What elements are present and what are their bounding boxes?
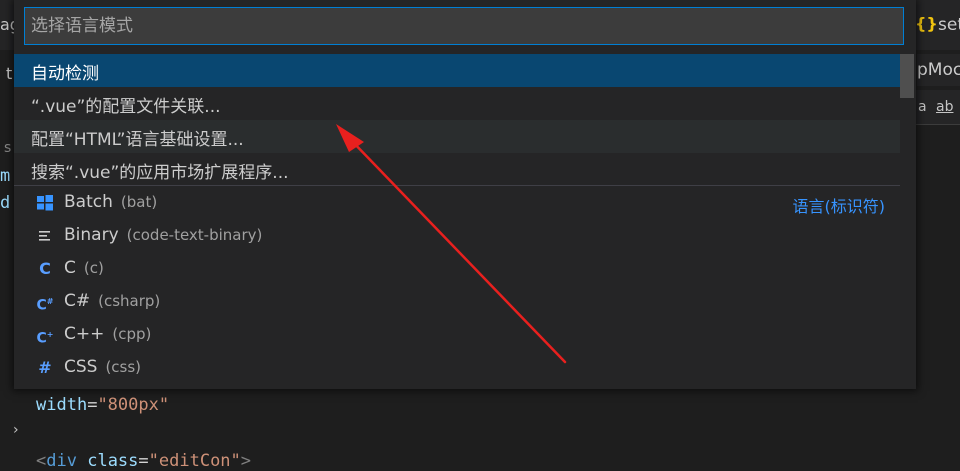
language-name: Batch <box>64 192 113 212</box>
code-line-div: <div class="editCon"> <box>36 451 251 471</box>
match-case-icon[interactable]: a <box>918 99 927 115</box>
configure-html-settings-item[interactable]: 配置“HTML”语言基础设置... <box>14 120 900 153</box>
quick-pick-input-box <box>24 7 904 45</box>
background-code-fragment: m <box>0 166 11 186</box>
language-name: Binary <box>64 225 119 245</box>
item-label: 自动检测 <box>31 64 99 84</box>
language-group-label: 语言(标识符) <box>792 197 886 216</box>
language-item-csharp[interactable]: C# C# (csharp) <box>14 286 900 319</box>
language-label: C++ (cpp) <box>64 324 151 344</box>
fold-chevron-icon[interactable]: › <box>13 422 19 438</box>
language-label: Binary (code-text-binary) <box>64 225 262 245</box>
code-string: "editCon" <box>148 451 241 471</box>
language-item-css[interactable]: # CSS (css) <box>14 352 900 385</box>
item-label: 配置“HTML”语言基础设置... <box>31 130 244 150</box>
code-eq: = <box>138 451 149 471</box>
c-icon: C <box>39 259 51 278</box>
language-name: C++ <box>64 324 105 344</box>
quick-pick-list: 自动检测 “.vue”的配置文件关联... 配置“HTML”语言基础设置... … <box>14 54 900 387</box>
search-marketplace-extensions-item[interactable]: 搜索“.vue”的应用市场扩展程序... <box>14 153 900 186</box>
list-scrollbar[interactable] <box>900 54 916 387</box>
scrollbar-thumb[interactable] <box>900 54 914 98</box>
language-id: (bat) <box>120 193 158 211</box>
language-item-c[interactable]: C C (c) <box>14 253 900 286</box>
background-tab-label: pMoc <box>917 60 960 80</box>
code-attr: class <box>87 451 139 471</box>
background-tab-label: set <box>938 15 960 35</box>
code-eq: = <box>87 395 98 415</box>
language-id: (csharp) <box>98 292 161 310</box>
code-line-width: width="800px" <box>36 395 169 415</box>
language-id: (css) <box>105 358 142 376</box>
json-braces-icon: {} <box>915 14 938 33</box>
background-tab-pmode[interactable]: pMoc <box>917 54 960 86</box>
language-label: C (c) <box>64 258 104 278</box>
code-tag: div <box>46 451 77 471</box>
item-label: “.vue”的配置文件关联... <box>31 97 221 117</box>
language-id: (c) <box>83 259 104 277</box>
background-text-fragment: s <box>4 140 12 156</box>
configure-file-association-item[interactable]: “.vue”的配置文件关联... <box>14 87 900 120</box>
code-string: "800px" <box>97 395 170 415</box>
language-item-binary[interactable]: Binary (code-text-binary) <box>14 220 900 253</box>
code-attr: width <box>36 395 88 415</box>
background-tab-set[interactable]: {} set <box>910 0 960 50</box>
lines-icon <box>36 227 54 245</box>
background-code-fragment: d <box>0 193 11 213</box>
language-name: CSS <box>64 357 98 377</box>
language-mode-quick-pick: 自动检测 “.vue”的配置文件关联... 配置“HTML”语言基础设置... … <box>14 0 916 389</box>
code-bracket: > <box>240 451 252 471</box>
list-separator <box>14 185 900 186</box>
find-widget-fragment: a ab <box>910 90 960 125</box>
background-breadcrumb-fragment: t <box>6 64 13 83</box>
language-item-cpp[interactable]: C+ C++ (cpp) <box>14 319 900 352</box>
windows-icon <box>36 194 54 212</box>
match-whole-word-icon[interactable]: ab <box>936 99 953 115</box>
item-label: 搜索“.vue”的应用市场扩展程序... <box>31 163 289 183</box>
language-name: C# <box>64 291 91 311</box>
language-id: (code-text-binary) <box>126 226 263 244</box>
hash-icon: # <box>38 358 52 377</box>
language-id: (cpp) <box>112 325 152 343</box>
language-label: CSS (css) <box>64 357 141 377</box>
language-item-batch[interactable]: Batch (bat) 语言(标识符) <box>14 187 900 220</box>
cpp-icon: C+ <box>36 330 54 347</box>
auto-detect-item[interactable]: 自动检测 <box>14 54 900 87</box>
language-mode-search-input[interactable] <box>25 8 903 44</box>
language-label: Batch (bat) <box>64 192 157 212</box>
code-bracket: < <box>36 451 47 471</box>
language-label: C# (csharp) <box>64 291 160 311</box>
csharp-icon: C# <box>36 297 54 314</box>
language-name: C <box>64 258 76 278</box>
